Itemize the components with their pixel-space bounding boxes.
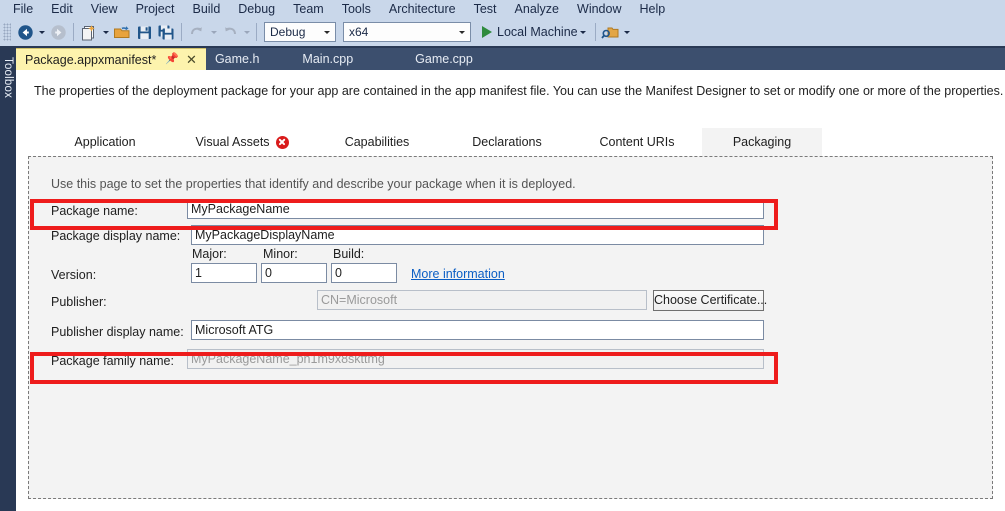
tab-label: Application — [74, 135, 136, 149]
tab-capabilities[interactable]: Capabilities — [312, 128, 442, 156]
designer-tab-strip: Application Visual Assets Capabilities D… — [16, 128, 1005, 156]
document-tab-label: Game.h — [214, 52, 260, 66]
document-tab-game-cpp[interactable]: Game.cpp — [387, 48, 501, 70]
more-information-link[interactable]: More information — [411, 267, 505, 281]
menu-item-window[interactable]: Window — [568, 0, 630, 18]
run-target-label: Local Machine — [497, 25, 578, 39]
document-tab-strip: Package.appxmanifest* 📌 ✕ Game.h Main.cp… — [16, 48, 1005, 70]
menu-item-architecture[interactable]: Architecture — [380, 0, 465, 18]
redo-dropdown-icon — [241, 21, 252, 43]
toolbar-overflow-icon[interactable] — [622, 21, 633, 43]
package-display-name-label: Package display name: — [51, 229, 181, 243]
tab-label: Capabilities — [344, 135, 410, 149]
save-all-icon[interactable] — [155, 21, 177, 43]
version-minor-label: Minor: — [263, 247, 298, 261]
tab-label: Declarations — [472, 135, 542, 149]
choose-certificate-button[interactable]: Choose Certificate... — [653, 290, 767, 311]
tab-visual-assets[interactable]: Visual Assets — [172, 128, 312, 156]
publisher-label: Publisher: — [51, 295, 107, 309]
version-minor-input[interactable]: 0 — [261, 263, 327, 283]
package-family-name-input: MyPackageName_ph1m9x8skttmg — [187, 349, 764, 369]
version-major-label: Major: — [192, 247, 227, 261]
tab-application[interactable]: Application — [38, 128, 172, 156]
version-build-input[interactable]: 0 — [331, 263, 397, 283]
toolbar-separator-3 — [256, 23, 257, 41]
package-name-input[interactable]: MyPackageName — [187, 199, 764, 219]
publisher-display-name-input[interactable]: Microsoft ATG — [191, 320, 764, 340]
menu-item-test[interactable]: Test — [465, 0, 506, 18]
version-build-label: Build: — [333, 247, 365, 261]
tab-content-uris[interactable]: Content URIs — [572, 128, 702, 156]
menu-item-tools[interactable]: Tools — [333, 0, 380, 18]
document-tab-label: Main.cpp — [302, 52, 354, 66]
packaging-panel: Use this page to set the properties that… — [28, 156, 993, 499]
menu-item-debug[interactable]: Debug — [229, 0, 284, 18]
package-name-label: Package name: — [51, 204, 138, 218]
tab-label: Content URIs — [599, 135, 675, 149]
publisher-display-name-label: Publisher display name: — [51, 325, 184, 339]
toolbar-separator-2 — [181, 23, 182, 41]
toolbar-grip[interactable] — [3, 23, 11, 41]
pin-icon[interactable]: 📌 — [165, 54, 179, 65]
menu-item-team[interactable]: Team — [284, 0, 333, 18]
package-family-name-label: Package family name: — [51, 354, 174, 368]
new-item-icon[interactable] — [78, 21, 100, 43]
menu-item-project[interactable]: Project — [127, 0, 184, 18]
toolbar-separator-4 — [594, 23, 596, 41]
open-file-icon[interactable] — [111, 21, 133, 43]
play-icon — [482, 26, 492, 38]
navigate-back-dropdown-icon[interactable] — [36, 21, 47, 43]
platform-value: x64 — [349, 25, 369, 39]
menu-item-analyze[interactable]: Analyze — [506, 0, 568, 18]
configuration-dropdown[interactable]: Debug — [264, 22, 336, 42]
undo-dropdown-icon — [208, 21, 219, 43]
tab-packaging[interactable]: Packaging — [702, 128, 822, 156]
run-target-dropdown-icon[interactable] — [578, 21, 589, 43]
toolbar-separator — [73, 23, 74, 41]
platform-dropdown[interactable]: x64 — [343, 22, 471, 42]
navigate-back-icon[interactable] — [14, 21, 36, 43]
standard-toolbar: Debug x64 Local Machine — [0, 18, 1005, 46]
version-label: Version: — [51, 268, 97, 282]
menu-item-build[interactable]: Build — [183, 0, 229, 18]
error-icon — [275, 135, 289, 149]
document-tab-package-appxmanifest[interactable]: Package.appxmanifest* 📌 ✕ — [16, 48, 206, 70]
new-item-dropdown-icon[interactable] — [100, 21, 111, 43]
document-tab-game-h[interactable]: Game.h — [206, 48, 268, 70]
start-debugging-button[interactable]: Local Machine — [480, 21, 591, 43]
tab-declarations[interactable]: Declarations — [442, 128, 572, 156]
menu-item-help[interactable]: Help — [630, 0, 674, 18]
menu-item-edit[interactable]: Edit — [42, 0, 82, 18]
find-in-files-icon[interactable] — [600, 21, 622, 43]
menu-item-file[interactable]: File — [4, 0, 42, 18]
manifest-designer: The properties of the deployment package… — [16, 70, 1005, 511]
navigate-forward-icon — [47, 21, 69, 43]
close-icon[interactable]: ✕ — [186, 53, 197, 66]
tab-label: Packaging — [732, 135, 792, 149]
menu-item-view[interactable]: View — [82, 0, 127, 18]
designer-intro-text: The properties of the deployment package… — [34, 84, 1004, 98]
visual-studio-window: File Edit View Project Build Debug Team … — [0, 0, 1005, 511]
packaging-form: Package name: MyPackageName Package disp… — [29, 157, 992, 498]
redo-icon — [219, 21, 241, 43]
menu-bar: File Edit View Project Build Debug Team … — [0, 0, 1005, 18]
configuration-value: Debug — [270, 25, 306, 39]
save-icon[interactable] — [133, 21, 155, 43]
document-tab-label: Game.cpp — [415, 52, 473, 66]
chevron-down-icon — [454, 30, 470, 34]
document-tab-label: Package.appxmanifest* — [25, 52, 157, 67]
publisher-input: CN=Microsoft — [317, 290, 647, 310]
chevron-down-icon — [319, 30, 335, 34]
document-tab-main-cpp[interactable]: Main.cpp — [268, 48, 387, 70]
toolbox-label[interactable]: Toolbox — [2, 57, 14, 115]
tab-label: Visual Assets — [195, 135, 270, 149]
version-major-input[interactable]: 1 — [191, 263, 257, 283]
package-display-name-input[interactable]: MyPackageDisplayName — [191, 225, 764, 245]
undo-icon — [186, 21, 208, 43]
toolbox-dock-strip[interactable]: Toolbox — [0, 46, 16, 511]
